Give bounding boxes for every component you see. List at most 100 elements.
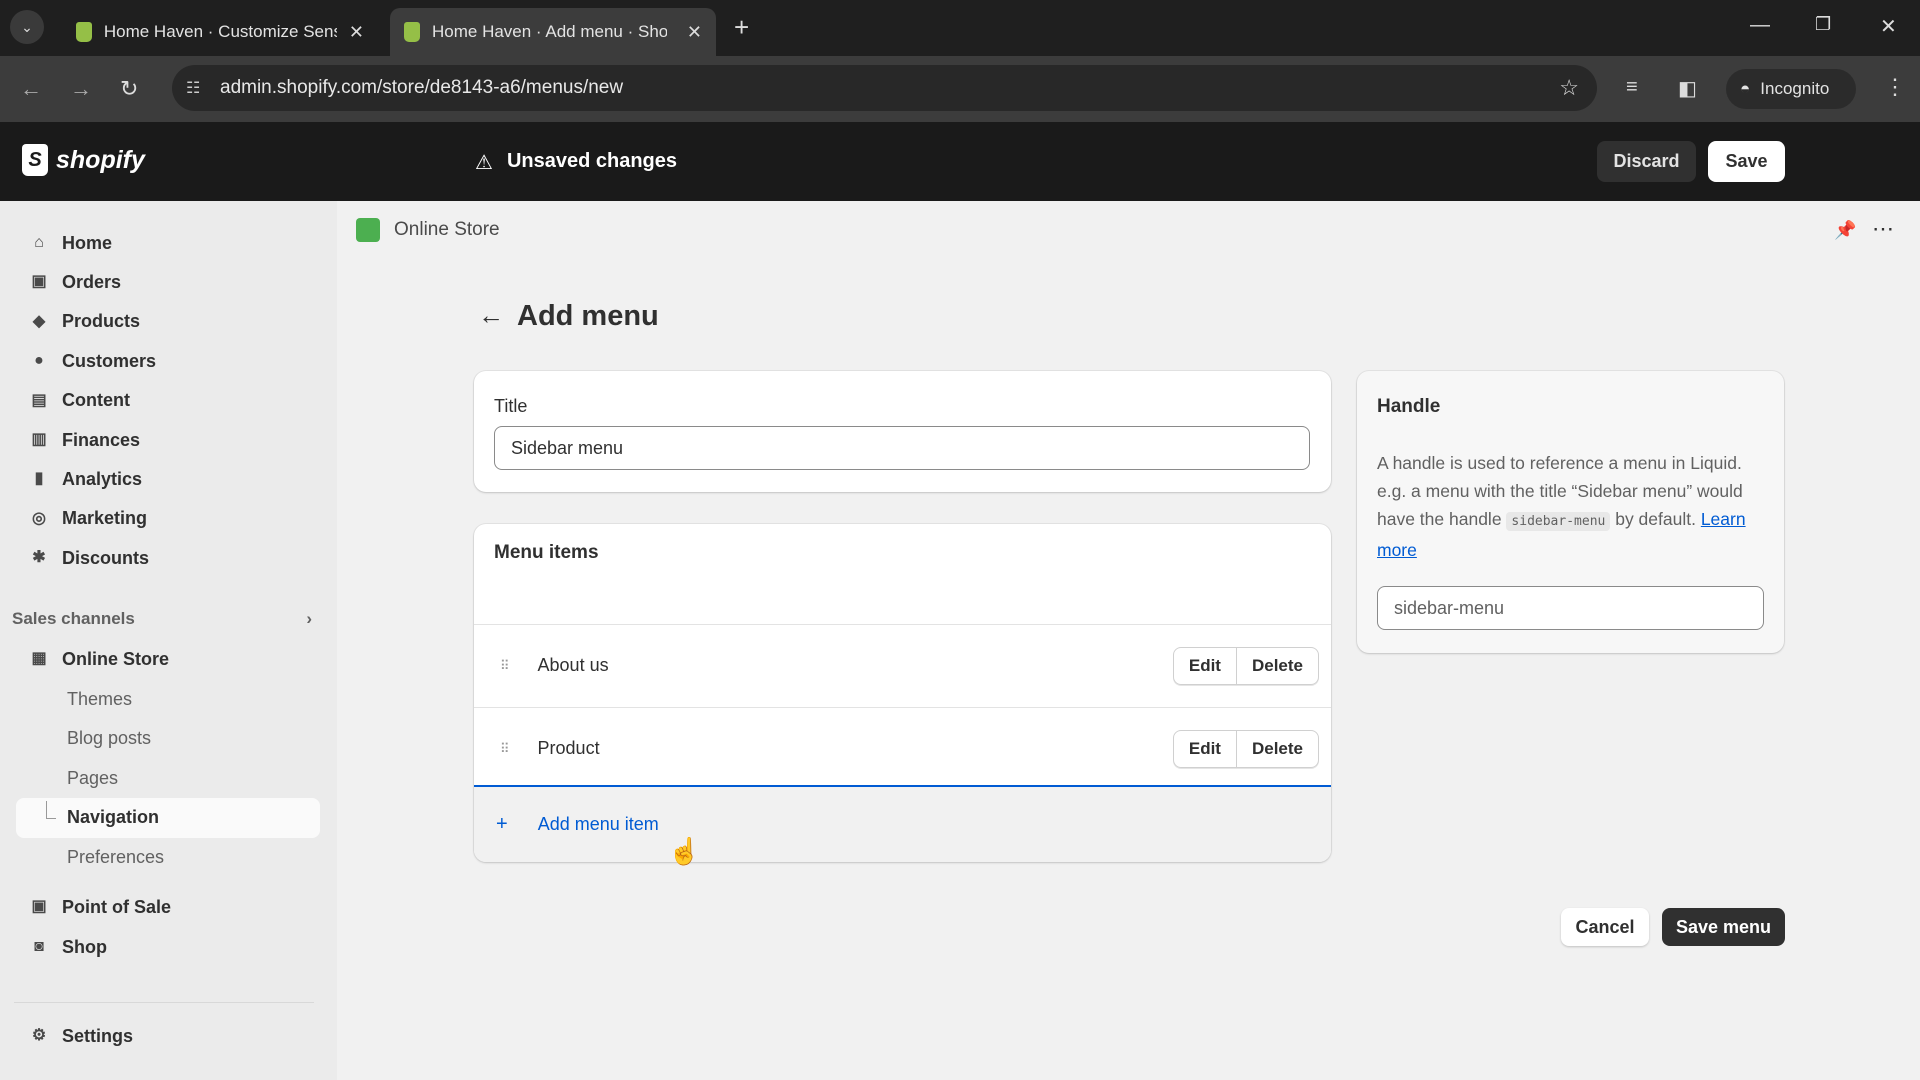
sidebar-item-analytics[interactable]: ▮ Analytics bbox=[30, 461, 320, 497]
handle-code: sidebar-menu bbox=[1506, 512, 1611, 531]
profile-label: Incognito bbox=[1760, 79, 1830, 98]
sidebar-item-label: Orders bbox=[62, 271, 122, 292]
plus-icon: + bbox=[496, 813, 508, 835]
save-menu-button[interactable]: Save menu bbox=[1662, 908, 1785, 946]
delete-button[interactable]: Delete bbox=[1235, 730, 1318, 767]
sidebar-item-orders[interactable]: ▣ Orders bbox=[30, 264, 320, 300]
menu-item-row[interactable]: ⠿ About us Edit Delete bbox=[474, 624, 1331, 706]
forward-icon[interactable]: → bbox=[70, 76, 92, 102]
close-window-icon[interactable]: ✕ bbox=[1880, 14, 1897, 39]
sidebar-item-discounts[interactable]: ✱ Discounts bbox=[30, 540, 320, 576]
url-bar[interactable]: ☷ admin.shopify.com/store/de8143-a6/menus… bbox=[172, 65, 1597, 111]
sidebar-item-label: Products bbox=[62, 311, 141, 332]
sidebar-item-customers[interactable]: ● Customers bbox=[30, 343, 320, 379]
sidebar-item-label: Finances bbox=[62, 429, 141, 450]
close-tab-icon[interactable]: ✕ bbox=[687, 22, 702, 43]
shopify-favicon-icon bbox=[404, 22, 420, 42]
cursor-hand-icon: ☝ bbox=[668, 836, 701, 866]
sidebar-item-label: Marketing bbox=[62, 508, 148, 529]
cancel-button[interactable]: Cancel bbox=[1561, 908, 1649, 946]
sidebar-item-label: Online Store bbox=[62, 648, 170, 669]
tree-line bbox=[46, 801, 56, 819]
sidebar-item-content[interactable]: ▤ Content bbox=[30, 383, 320, 419]
status-text: Unsaved changes bbox=[506, 150, 678, 172]
media-icon[interactable]: ≡ bbox=[1626, 76, 1638, 99]
more-options-icon[interactable]: ⋯ bbox=[1872, 216, 1894, 242]
minimize-icon[interactable]: — bbox=[1750, 14, 1770, 37]
sidebar-item-online-store[interactable]: ▦ Online Store bbox=[30, 641, 320, 677]
browser-tab-bar: ⌄ Home Haven · Customize Sense ✕ Home Hav… bbox=[0, 0, 1920, 56]
save-button[interactable]: Save bbox=[1708, 141, 1785, 182]
tab-search-button[interactable]: ⌄ bbox=[10, 10, 44, 44]
menu-items-heading: Menu items bbox=[494, 542, 599, 563]
sidebar-item-point-of-sale[interactable]: ▣ Point of Sale bbox=[30, 889, 320, 925]
sales-channels-header[interactable]: Sales channels › bbox=[12, 609, 312, 629]
tag-icon: ◆ bbox=[32, 312, 46, 330]
sidebar-sub-pages[interactable]: Pages bbox=[67, 760, 118, 796]
discount-icon: ✱ bbox=[32, 549, 46, 567]
drag-handle-icon[interactable]: ⠿ bbox=[500, 658, 510, 674]
reload-icon[interactable]: ↻ bbox=[120, 76, 138, 102]
chevron-right-icon: › bbox=[306, 609, 312, 628]
edit-button[interactable]: Edit bbox=[1174, 731, 1236, 767]
drag-handle-icon[interactable]: ⠿ bbox=[500, 741, 510, 757]
pos-icon: ▣ bbox=[31, 898, 47, 915]
incognito-badge[interactable]: ◓ Incognito bbox=[1726, 69, 1856, 109]
sidebar-sub-preferences[interactable]: Preferences bbox=[67, 839, 164, 875]
sidebar-sub-navigation[interactable]: Navigation bbox=[67, 799, 159, 835]
divider bbox=[14, 1002, 314, 1003]
channel-header: Online Store bbox=[356, 218, 500, 242]
title-input[interactable]: Sidebar menu bbox=[494, 426, 1310, 470]
menu-item-row[interactable]: ⠿ Product Edit Delete bbox=[474, 707, 1331, 789]
menu-item-label: About us bbox=[537, 655, 609, 675]
sidebar-item-products[interactable]: ◆ Products bbox=[30, 304, 320, 340]
sidebar-sub-themes[interactable]: Themes bbox=[67, 681, 132, 717]
site-settings-icon[interactable]: ☷ bbox=[186, 78, 200, 98]
tab-title: Home Haven · Add menu · Shop bbox=[432, 22, 667, 41]
back-icon[interactable]: ← bbox=[20, 76, 42, 102]
sidebar-item-label: Shop bbox=[62, 936, 107, 957]
add-menu-item-button[interactable]: + Add menu item bbox=[474, 785, 1331, 862]
orders-icon: ▣ bbox=[31, 273, 47, 291]
chart-icon: ▮ bbox=[34, 470, 44, 488]
channel-title: Online Store bbox=[394, 219, 500, 240]
store-icon: ▦ bbox=[31, 650, 47, 667]
desc-text: by default. bbox=[1610, 509, 1701, 529]
new-tab-button[interactable]: + bbox=[734, 12, 749, 43]
sidebar-item-shop[interactable]: ◙ Shop bbox=[30, 929, 320, 965]
restore-icon[interactable]: ❐ bbox=[1815, 14, 1831, 35]
bank-icon: ▥ bbox=[31, 431, 47, 448]
browser-tab[interactable]: Home Haven · Customize Sense ✕ bbox=[62, 8, 378, 56]
pin-icon[interactable]: 📌 bbox=[1834, 220, 1856, 241]
side-panel-icon[interactable]: ◧ bbox=[1678, 76, 1697, 101]
sidebar-item-marketing[interactable]: ◎ Marketing bbox=[30, 501, 320, 537]
browser-menu-icon[interactable]: ⋮ bbox=[1884, 74, 1906, 100]
unsaved-status: ⚠ Unsaved changes bbox=[475, 150, 677, 175]
sidebar-item-label: Home bbox=[62, 232, 113, 253]
sidebar-item-home[interactable]: ⌂ Home bbox=[30, 225, 320, 261]
sidebar-sub-blog-posts[interactable]: Blog posts bbox=[67, 720, 151, 756]
url-text: admin.shopify.com/store/de8143-a6/menus/… bbox=[220, 77, 624, 98]
shopify-bag-icon: S bbox=[22, 144, 48, 176]
sidebar-item-finances[interactable]: ▥ Finances bbox=[30, 422, 320, 458]
sidebar-item-settings[interactable]: ⚙ Settings bbox=[30, 1018, 320, 1054]
handle-input[interactable]: sidebar-menu bbox=[1377, 586, 1764, 630]
person-icon: ● bbox=[34, 352, 44, 370]
shopify-logo[interactable]: Sshopify bbox=[22, 144, 145, 176]
delete-button[interactable]: Delete bbox=[1235, 647, 1318, 684]
back-arrow-icon[interactable]: ← bbox=[478, 300, 504, 331]
bookmark-star-icon[interactable]: ☆ bbox=[1559, 75, 1579, 101]
handle-heading: Handle bbox=[1377, 396, 1441, 417]
close-tab-icon[interactable]: ✕ bbox=[349, 22, 364, 43]
discard-button[interactable]: Discard bbox=[1597, 141, 1696, 182]
handle-description: A handle is used to reference a menu in … bbox=[1377, 449, 1767, 564]
edit-button[interactable]: Edit bbox=[1174, 648, 1236, 684]
menu-items-card: Menu items ⠿ About us Edit Delete ⠿ Produ… bbox=[474, 524, 1331, 862]
logo-text: shopify bbox=[56, 145, 145, 174]
shop-icon: ◙ bbox=[34, 938, 44, 955]
address-bar-row: ← → ↻ ☷ admin.shopify.com/store/de8143-a6… bbox=[0, 56, 1920, 122]
shopify-favicon-icon bbox=[76, 22, 92, 42]
browser-tab-active[interactable]: Home Haven · Add menu · Shop ✕ bbox=[390, 8, 716, 56]
home-icon: ⌂ bbox=[34, 234, 44, 251]
add-menu-item-label: Add menu item bbox=[537, 814, 659, 834]
